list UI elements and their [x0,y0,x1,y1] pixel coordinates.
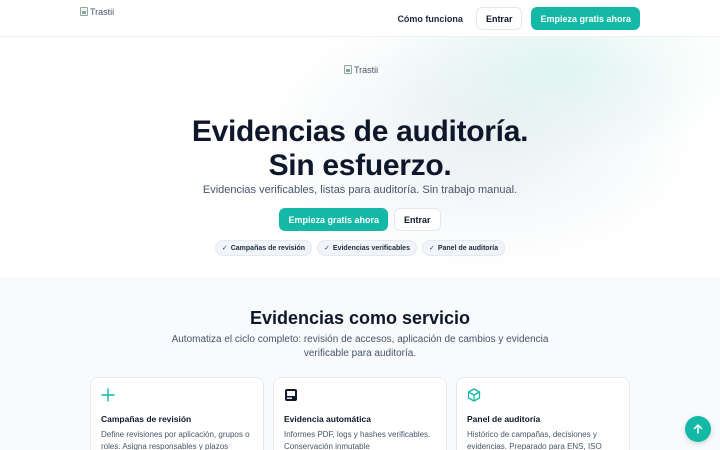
site-header: Trastii Cómo funciona Entrar Empieza gra… [0,0,720,37]
broken-image-icon [80,7,88,16]
hero-title: Evidencias de auditoría. Sin esfuerzo. [0,115,720,183]
login-button[interactable]: Entrar [475,7,523,30]
card-title: Campañas de revisión [101,414,192,424]
hero-section: Trastii Evidencias de auditoría. Sin esf… [0,37,720,277]
hero-logo: Trastii [344,65,378,75]
card-description: Define revisiones por aplicación, grupos… [101,430,250,450]
nav-how-it-works[interactable]: Cómo funciona [393,14,467,24]
features-section: Evidencias como servicio Automatiza el c… [0,277,720,450]
hero-subtitle: Evidencias verificables, listas para aud… [202,184,518,196]
plus-icon [101,388,115,402]
main-nav: Cómo funciona Entrar Empieza gratis ahor… [393,7,640,30]
feature-cards: Campañas de revisión Define revisiones p… [90,377,630,450]
check-icon: ✓ [324,245,330,252]
document-icon [285,389,297,401]
card-description: Informes PDF, logs y hashes verificables… [284,430,431,450]
chip-review-campaigns: ✓ Campañas de revisión [214,240,313,256]
card-title: Panel de auditoría [467,414,541,424]
chip-audit-panel: ✓ Panel de auditoría [421,240,506,256]
hero-logo-alt-text: Trastii [354,65,379,75]
chip-label: Campañas de revisión [230,244,306,252]
card-description: Histórico de campañas, decisiones y evid… [467,430,602,450]
hero-actions: Empieza gratis ahora Entrar [0,208,720,231]
feature-card-audit-panel: Panel de auditoría Histórico de campañas… [456,377,630,450]
chip-verifiable-evidence: ✓ Evidencias verificables [317,240,417,256]
feature-card-campaigns: Campañas de revisión Define revisiones p… [90,377,264,450]
hero-title-line-1: Evidencias de auditoría. [191,115,529,148]
logo[interactable]: Trastii [80,7,114,17]
chip-label: Evidencias verificables [332,244,410,252]
card-title: Evidencia automática [284,414,371,424]
hero-login-button[interactable]: Entrar [394,208,441,231]
cube-icon [467,388,481,402]
logo-alt-text: Trastii [90,7,115,17]
arrow-up-icon [693,424,703,434]
feature-chips: ✓ Campañas de revisión ✓ Evidencias veri… [0,240,720,256]
broken-image-icon [344,65,352,74]
check-icon: ✓ [221,245,228,252]
chip-label: Panel de auditoría [437,244,499,252]
feature-card-evidence: Evidencia automática Informes PDF, logs … [273,377,447,450]
features-description: Automatiza el ciclo completo: revisión d… [171,334,549,359]
scroll-to-top-button[interactable] [685,416,711,442]
check-icon: ✓ [428,245,435,252]
hero-signup-button[interactable]: Empieza gratis ahora [279,208,389,231]
features-title: Evidencias como servicio [249,308,471,328]
signup-button[interactable]: Empieza gratis ahora [531,7,640,30]
hero-title-line-2: Sin esfuerzo. [268,149,452,182]
